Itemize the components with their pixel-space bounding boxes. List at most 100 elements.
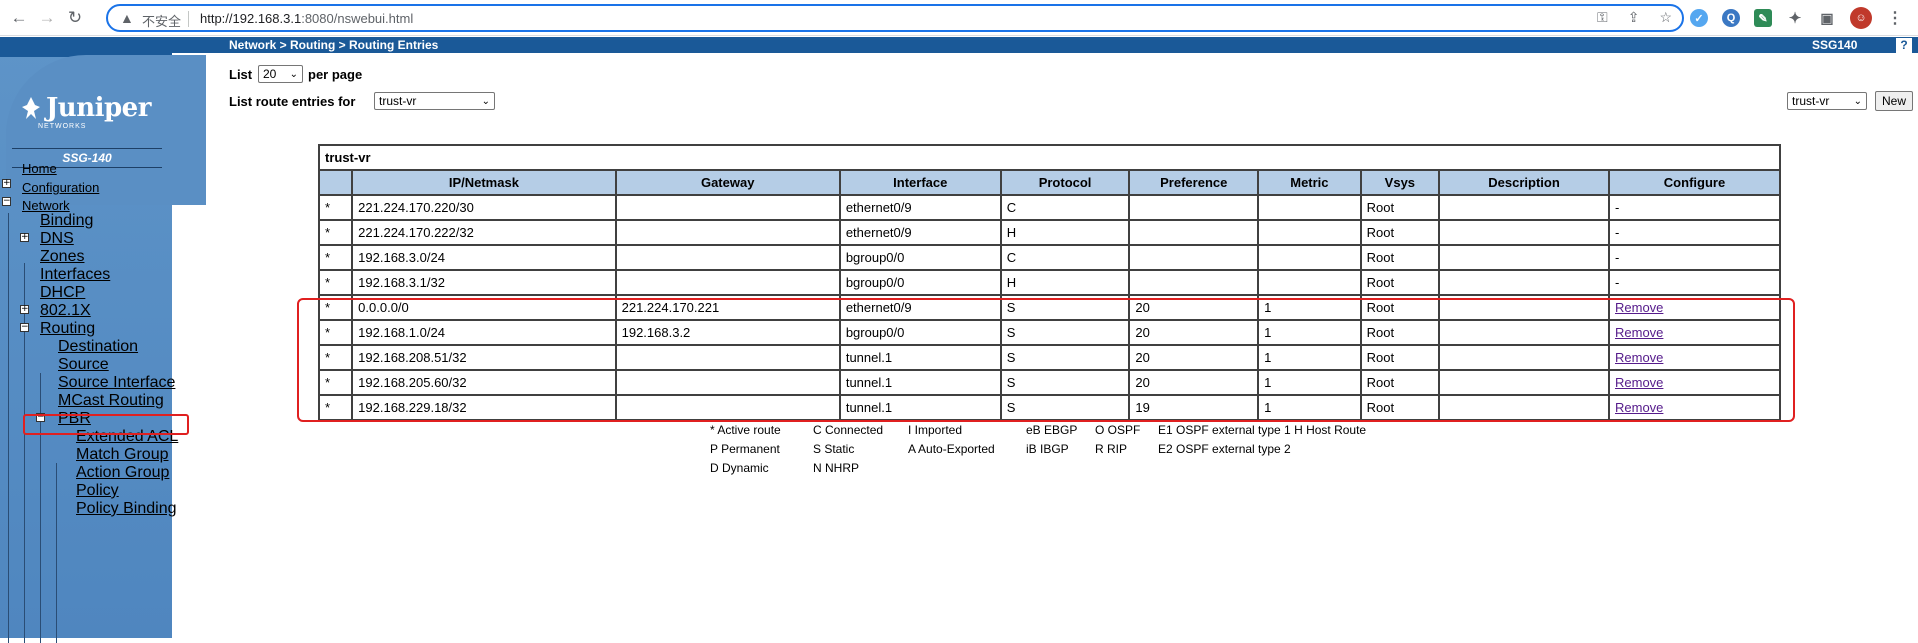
nav-policy[interactable]: Policy (76, 482, 119, 500)
legend-item: S Static (813, 442, 855, 456)
column-header: Interface (838, 169, 1002, 196)
cell-pref (1128, 194, 1260, 221)
collapse-icon[interactable]: − (2, 197, 11, 206)
cell-vsys: Root (1359, 269, 1441, 296)
vr-select[interactable]: trust-vr ⌄ (374, 92, 495, 110)
column-header: Metric (1257, 169, 1362, 196)
column-header: Description (1438, 169, 1610, 196)
nav-policy-binding[interactable]: Policy Binding (76, 500, 177, 518)
menu-icon[interactable]: ⋮ (1886, 9, 1904, 27)
nav-binding[interactable]: Binding (40, 212, 93, 230)
avatar[interactable]: ☺ (1850, 7, 1872, 29)
url-text[interactable]: http://192.168.3.1:8080/nswebui.html (200, 11, 413, 26)
chevron-down-icon: ⌄ (289, 68, 298, 80)
cell-ip: 192.168.3.1/32 (351, 269, 617, 296)
nav-mcast-routing[interactable]: MCast Routing (58, 392, 164, 410)
extension-icon[interactable]: Q (1722, 9, 1740, 27)
nav-zones[interactable]: Zones (40, 248, 84, 266)
cell-proto: C (999, 244, 1131, 271)
nav-network[interactable]: Network (22, 198, 70, 213)
cell-vsys: Root (1359, 194, 1441, 221)
list-for-label: List route entries for (229, 94, 356, 109)
nav-destination[interactable]: Destination (58, 338, 138, 356)
table-row: * 221.224.170.222/32 ethernet0/9 H Root - (317, 219, 1781, 246)
chevron-down-icon: ⌄ (481, 95, 490, 107)
sidepanel-icon[interactable]: ▣ (1818, 9, 1836, 27)
legend-item: N NHRP (813, 461, 860, 475)
column-header: IP/Netmask (351, 169, 617, 196)
cell-iface: ethernet0/9 (838, 219, 1002, 246)
cell-flag: * (317, 244, 354, 271)
help-icon[interactable]: ? (1896, 38, 1912, 53)
extension-icon[interactable]: ✓ (1690, 9, 1708, 27)
legend-item: * Active route (710, 423, 781, 437)
key-icon[interactable]: ⚿ (1597, 9, 1608, 26)
static-routes-highlight (297, 298, 1795, 422)
brand-sub: NETWORKS (38, 123, 87, 130)
nav-8021x[interactable]: 802.1X (40, 302, 91, 320)
table-row: * 192.168.3.0/24 bgroup0/0 C Root - (317, 244, 1781, 271)
reload-icon[interactable]: ↻ (64, 7, 86, 29)
table-row: * 221.224.170.220/30 ethernet0/9 C Root - (317, 194, 1781, 221)
nav-home[interactable]: Home (22, 161, 57, 176)
cell-flag: * (317, 194, 354, 221)
legend-item: O OSPF (1095, 423, 1141, 437)
table-row: * 192.168.3.1/32 bgroup0/0 H Root - (317, 269, 1781, 296)
new-button[interactable]: New (1875, 91, 1914, 111)
expand-icon[interactable]: + (20, 233, 29, 242)
browser-toolbar: ← → ↻ ▲ 不安全 http://192.168.3.1:8080/nswe… (0, 0, 1918, 36)
breadcrumb: Network > Routing > Routing Entries (229, 38, 439, 52)
vr-select-right[interactable]: trust-vr ⌄ (1787, 92, 1867, 110)
cell-desc (1438, 269, 1610, 296)
nav-action-group[interactable]: Action Group (76, 464, 169, 482)
cell-vsys: Root (1359, 244, 1441, 271)
cell-config: - (1608, 244, 1781, 271)
extension-icon[interactable]: ✎ (1754, 9, 1772, 27)
cell-proto: C (999, 194, 1131, 221)
legend-item: iB IBGP (1026, 442, 1069, 456)
column-header: Vsys (1359, 169, 1441, 196)
cell-metric (1257, 269, 1362, 296)
collapse-icon[interactable]: − (20, 323, 29, 332)
nav-configuration[interactable]: Configuration (22, 180, 99, 195)
nav-dhcp[interactable]: DHCP (40, 284, 85, 302)
nav-match-group[interactable]: Match Group (76, 446, 168, 464)
legend-item: P Permanent (710, 442, 780, 456)
chevron-down-icon: ⌄ (1853, 95, 1862, 107)
share-icon[interactable]: ⇪ (1628, 9, 1640, 26)
expand-icon[interactable]: + (20, 305, 29, 314)
cell-gateway (614, 244, 841, 271)
star-icon[interactable]: ☆ (1659, 9, 1672, 26)
legend-item: C Connected (813, 423, 884, 437)
cell-iface: bgroup0/0 (838, 269, 1002, 296)
legend-item: A Auto-Exported (908, 442, 995, 456)
divider (188, 11, 189, 27)
nav-source[interactable]: Source (58, 356, 109, 374)
nav-dns[interactable]: DNS (40, 230, 74, 248)
legend-item: E1 OSPF external type 1 H Host Route (1158, 423, 1367, 437)
destination-highlight (23, 414, 189, 435)
column-header (317, 169, 354, 196)
cell-metric (1257, 194, 1362, 221)
nav-interfaces[interactable]: Interfaces (40, 266, 110, 284)
expand-icon[interactable]: + (2, 179, 11, 188)
per-page-label: per page (308, 67, 363, 82)
column-header: Protocol (999, 169, 1131, 196)
brand-logo: Juniper (46, 93, 151, 123)
cell-ip: 221.224.170.220/30 (351, 194, 617, 221)
nav-source-interface[interactable]: Source Interface (58, 374, 175, 392)
nav-routing[interactable]: Routing (40, 320, 95, 338)
forward-icon[interactable]: → (36, 7, 58, 29)
legend-item: R RIP (1095, 442, 1128, 456)
back-icon[interactable]: ← (8, 7, 30, 29)
cell-config: - (1608, 194, 1781, 221)
puzzle-icon[interactable]: ✦ (1786, 9, 1804, 27)
page-size-select[interactable]: 20 ⌄ (258, 65, 303, 83)
list-label: List (229, 67, 253, 82)
cell-ip: 192.168.3.0/24 (351, 244, 617, 271)
column-header: Configure (1608, 169, 1781, 196)
warning-icon: ▲ (120, 10, 134, 26)
sidebar: Juniper NETWORKS SSG-140 Home + Configur… (0, 37, 206, 643)
address-bar[interactable]: ▲ 不安全 http://192.168.3.1:8080/nswebui.ht… (106, 4, 1684, 32)
cell-metric (1257, 219, 1362, 246)
